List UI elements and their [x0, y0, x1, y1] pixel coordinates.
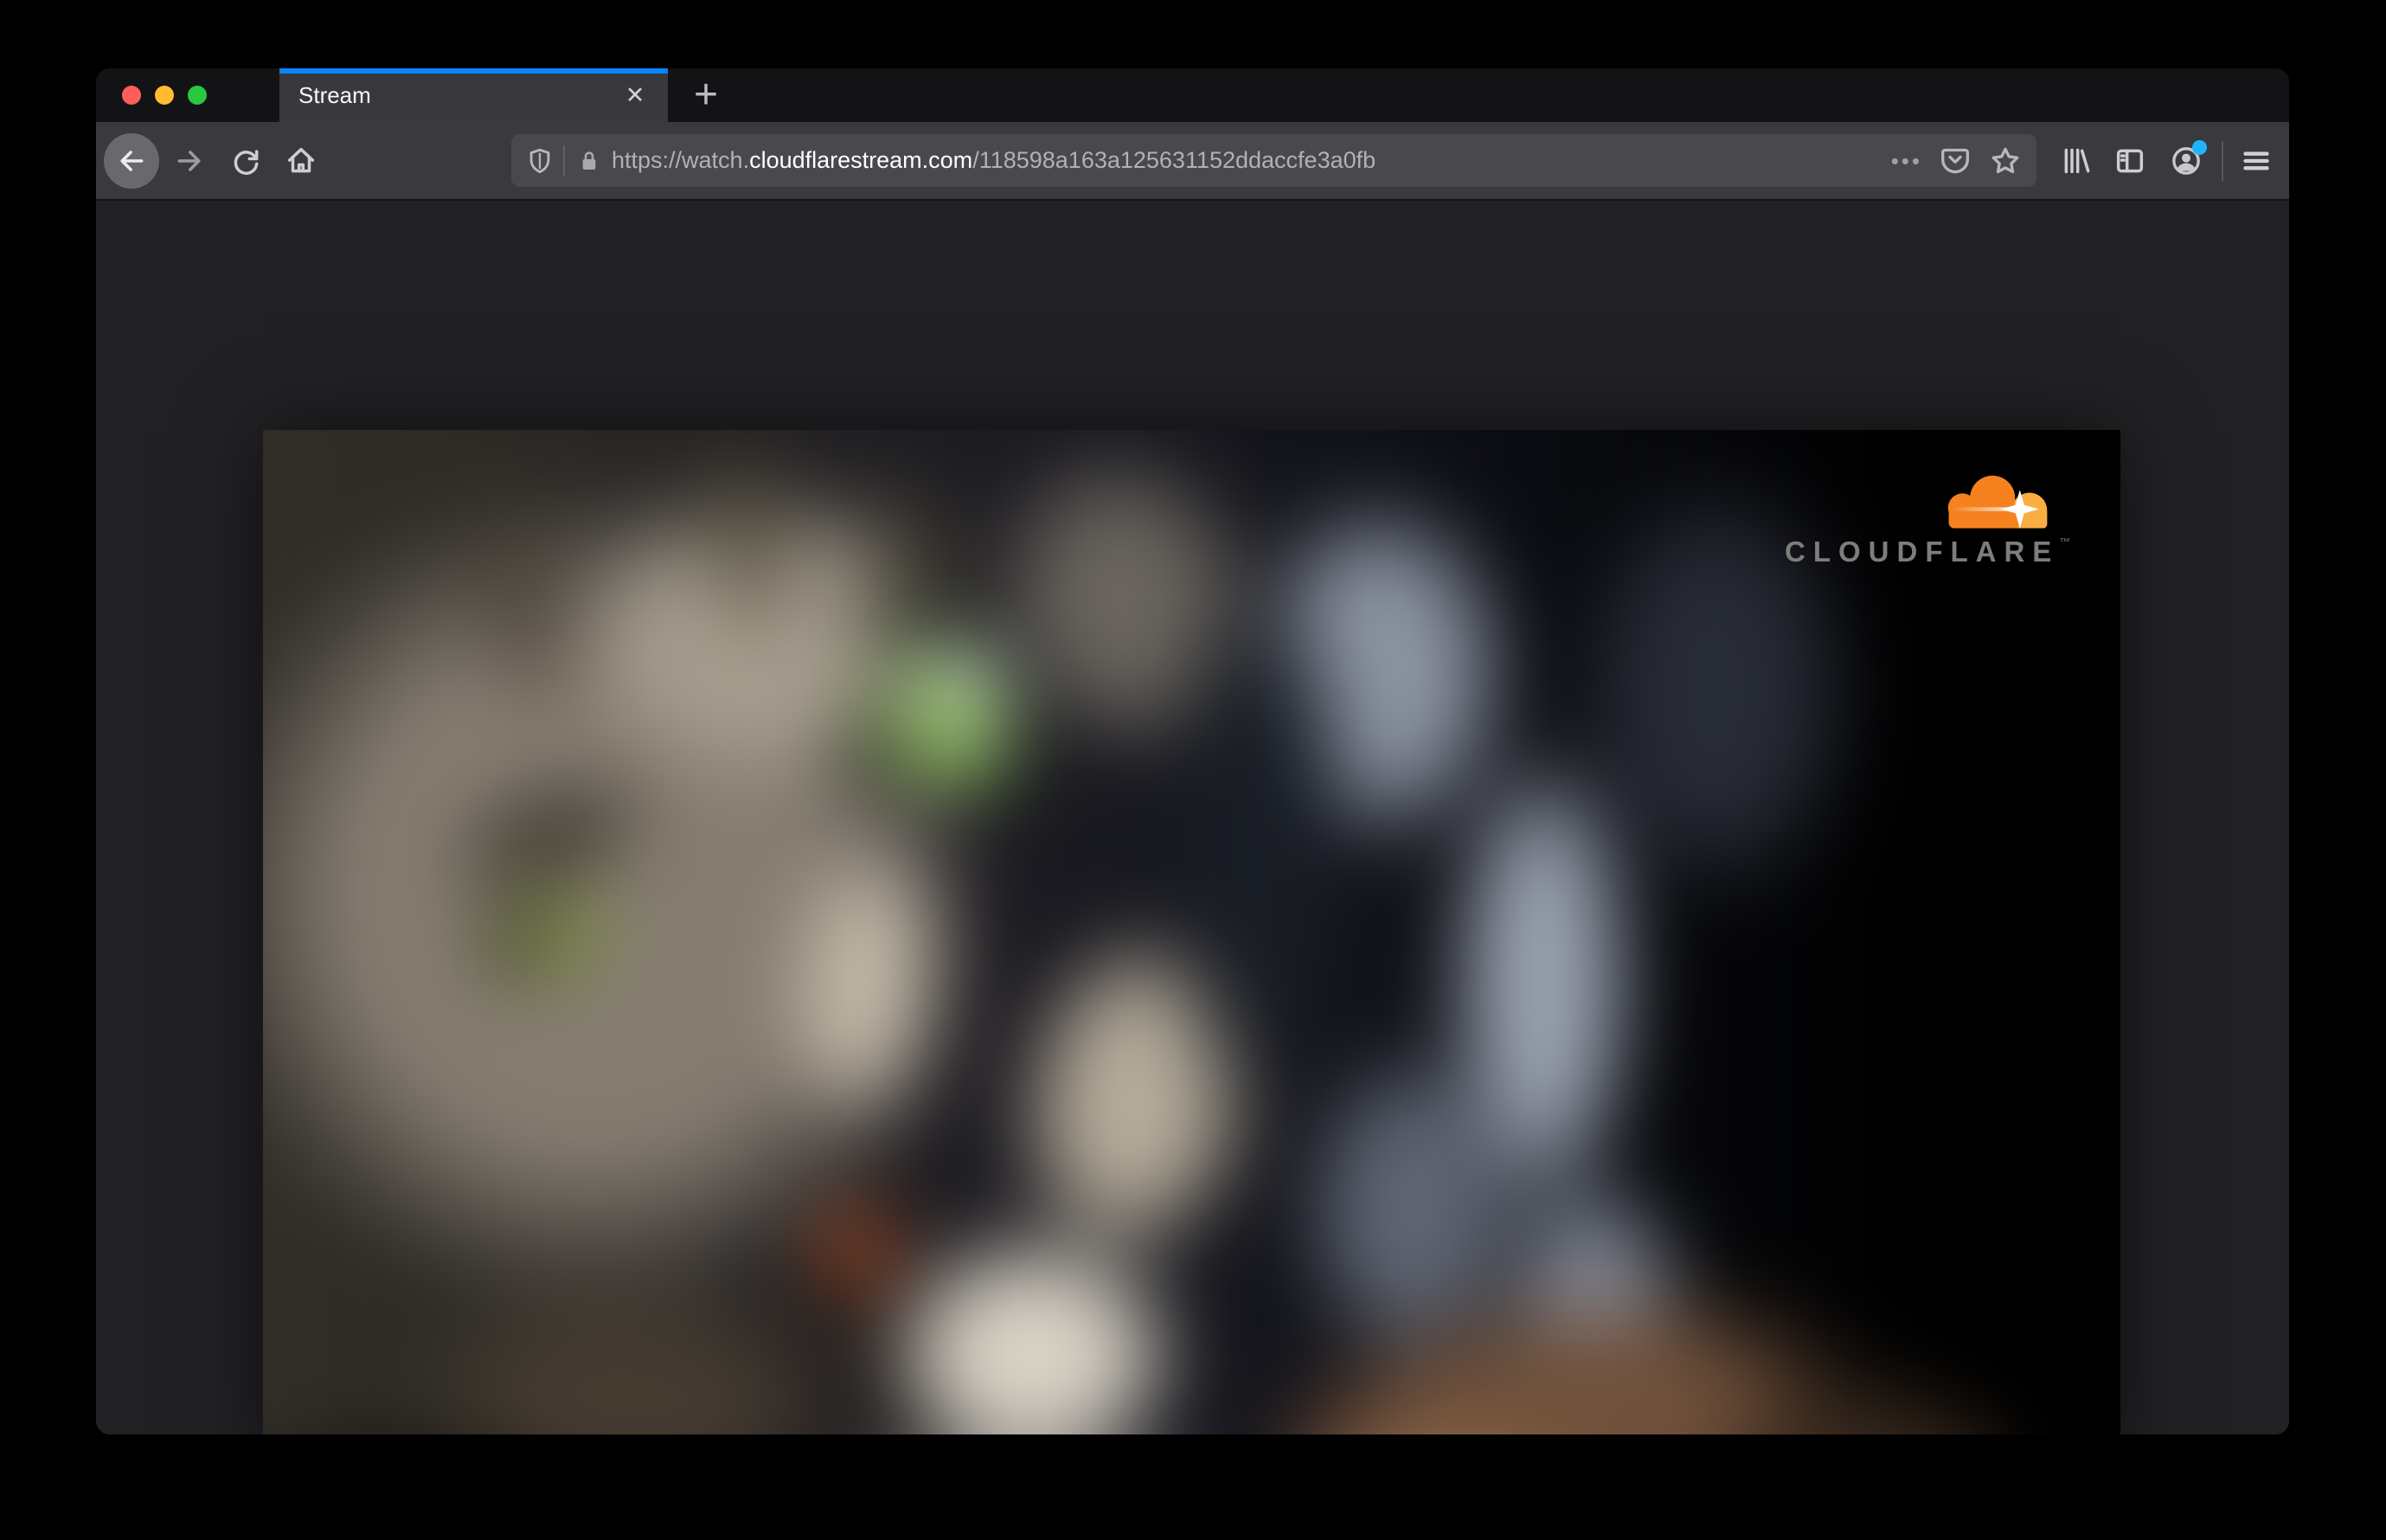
forward-button[interactable] — [172, 122, 207, 199]
hamburger-menu-icon — [2243, 151, 2269, 170]
home-icon — [287, 147, 315, 172]
library-icon — [2064, 148, 2090, 173]
browser-window: Stream ✕ + https://watch.cloudflarestrea… — [96, 68, 2289, 1434]
tab-title: Stream — [298, 81, 371, 108]
reload-button[interactable] — [228, 122, 263, 199]
url-path: /118598a163a125631152ddaccfe3a0fb — [972, 147, 1376, 173]
account-notification-dot — [2192, 139, 2207, 155]
tab-close-icon[interactable]: ✕ — [618, 68, 652, 122]
minimize-window-button[interactable] — [155, 86, 174, 105]
back-button[interactable] — [104, 122, 159, 199]
url-text[interactable]: https://watch.cloudflarestream.com/11859… — [612, 147, 1874, 174]
video-player[interactable]: CLOUDFLARE™ — [263, 430, 2120, 1434]
new-tab-button[interactable]: + — [668, 68, 744, 122]
cloudflare-wordmark: CLOUDFLARE™ — [1785, 536, 2071, 568]
urlbar-divider — [563, 144, 565, 176]
window-controls — [122, 68, 207, 122]
trademark-mark: ™ — [2059, 536, 2071, 549]
bookmark-star-icon[interactable] — [1988, 144, 2023, 178]
urlbar-actions: ••• — [1891, 144, 2023, 178]
tab-stream[interactable]: Stream ✕ — [279, 68, 668, 122]
zoom-window-button[interactable] — [188, 86, 207, 105]
close-window-button[interactable] — [122, 86, 141, 105]
sidebar-button[interactable] — [2113, 122, 2147, 199]
tracking-protection-shield-icon[interactable] — [525, 146, 555, 176]
back-button-circle — [104, 132, 159, 189]
tab-bar: Stream ✕ + — [96, 68, 2289, 122]
cloudflare-cloud-icon — [1921, 475, 2058, 534]
lock-icon — [582, 151, 596, 170]
home-button[interactable] — [284, 122, 318, 199]
blurred-cat-video-frame — [263, 430, 2120, 1434]
toolbar-divider — [2222, 141, 2223, 181]
library-button[interactable] — [2059, 122, 2094, 199]
url-scheme-host: https://watch. — [612, 147, 750, 173]
sidebar-icon — [2116, 149, 2144, 172]
url-domain: cloudflarestream.com — [749, 147, 973, 173]
account-button[interactable] — [2169, 122, 2207, 199]
url-bar[interactable]: https://watch.cloudflarestream.com/11859… — [511, 134, 2036, 187]
pocket-icon[interactable] — [1938, 144, 1972, 178]
page-content: CLOUDFLARE™ — [96, 201, 2289, 1434]
menu-button[interactable] — [2239, 122, 2274, 199]
reload-icon — [234, 149, 259, 175]
forward-icon — [177, 150, 201, 171]
page-actions-icon[interactable]: ••• — [1891, 150, 1922, 172]
cloudflare-watermark: CLOUDFLARE™ — [1785, 468, 2070, 572]
desktop: { "window": { "tab": { "title": "Stream"… — [0, 0, 2386, 1540]
back-icon — [120, 150, 144, 171]
navigation-toolbar: https://watch.cloudflarestream.com/11859… — [96, 122, 2289, 201]
